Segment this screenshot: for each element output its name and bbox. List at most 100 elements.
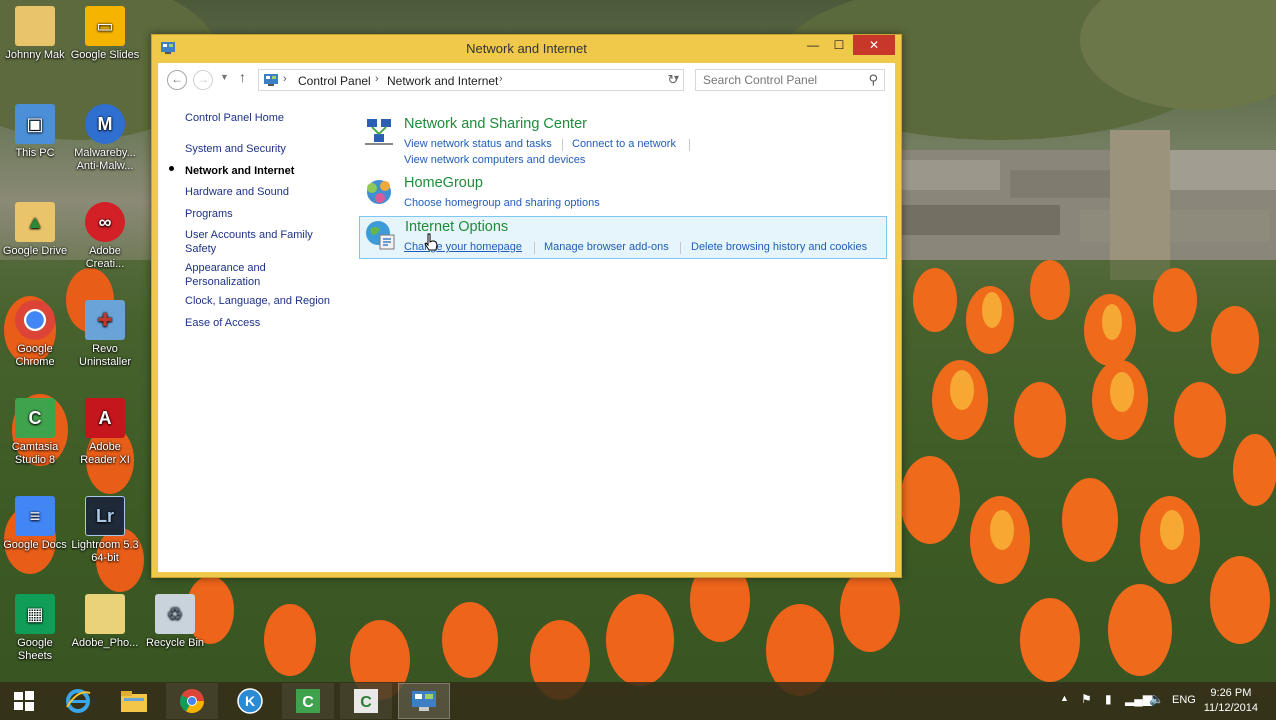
internet-options-link[interactable]: Internet Options: [405, 219, 508, 235]
view-network-status-link[interactable]: View network status and tasks: [404, 138, 552, 150]
network-sharing-center-link[interactable]: Network and Sharing Center: [404, 116, 587, 132]
connect-to-network-link[interactable]: Connect to a network: [572, 138, 676, 150]
desktop-icon-recycle-bin[interactable]: ♻ Recycle Bin: [140, 594, 210, 650]
homegroup-icon: [367, 180, 391, 204]
battery-icon[interactable]: ▮: [1105, 692, 1112, 706]
back-button[interactable]: ←: [167, 70, 187, 90]
desktop-icon-google-chrome[interactable]: Google Chrome: [0, 300, 70, 369]
adobe-creative-cloud-icon: ∞: [85, 202, 125, 242]
network-signal-icon[interactable]: ▂▄▆: [1125, 692, 1152, 706]
recent-locations-button[interactable]: ▼: [220, 72, 229, 82]
refresh-button[interactable]: ↻: [662, 69, 684, 91]
desktop-icon-label: Adobe Reader XI: [80, 441, 130, 466]
homegroup-link[interactable]: HomeGroup: [404, 175, 483, 191]
desktop-icon-label: Adobe Creati...: [85, 245, 125, 270]
sidebar-item-appearance[interactable]: Appearance and Personalization: [185, 261, 285, 289]
breadcrumb-network-and-internet[interactable]: Network and Internet: [387, 74, 498, 88]
taskbar-camtasia[interactable]: C: [282, 683, 334, 719]
taskbar-file-explorer[interactable]: [108, 683, 160, 719]
desktop-icon-revo-uninstaller[interactable]: ✚ Revo Uninstaller: [70, 300, 140, 369]
start-button[interactable]: [0, 683, 48, 719]
desktop-icon-label: Google Chrome: [15, 343, 55, 368]
desktop-icon-adobe-creative[interactable]: ∞ Adobe Creati...: [70, 202, 140, 271]
navigation-bar: ← → ▼ ↑ › Control Panel › Network and In…: [158, 63, 895, 95]
minimize-button[interactable]: —: [801, 35, 825, 55]
google-sheets-icon: ▦: [15, 594, 55, 634]
sidebar-item-clock-language-region[interactable]: Clock, Language, and Region: [185, 294, 350, 308]
desktop-icon-this-pc[interactable]: ▣ This PC: [0, 104, 70, 160]
desktop-icon-label: This PC: [15, 147, 55, 159]
desktop-icon-camtasia[interactable]: C Camtasia Studio 8: [0, 398, 70, 467]
folder-icon: [15, 6, 55, 46]
volume-icon[interactable]: 🔈: [1149, 692, 1164, 706]
change-homepage-link[interactable]: Change your homepage: [404, 241, 522, 253]
sidebar-item-programs[interactable]: Programs: [185, 207, 350, 221]
hand-cursor-icon: [424, 233, 438, 251]
taskbar-k-app[interactable]: K: [224, 683, 276, 719]
breadcrumb-separator-icon[interactable]: ›: [283, 73, 287, 85]
desktop-icon-adobe-reader[interactable]: A Adobe Reader XI: [70, 398, 140, 467]
sidebar-item-control-panel-home[interactable]: Control Panel Home: [185, 111, 350, 125]
link-separator: [680, 242, 681, 254]
sidebar-item-system-and-security[interactable]: System and Security: [185, 142, 350, 156]
taskbar-control-panel[interactable]: [398, 683, 450, 719]
desktop-icon-google-sheets[interactable]: ▦ Google Sheets: [0, 594, 70, 663]
control-panel-icon: [264, 74, 278, 86]
address-bar[interactable]: › Control Panel › Network and Internet ›…: [258, 69, 684, 91]
desktop-icon-label: Google Slides: [70, 49, 140, 61]
desktop-icon-google-docs[interactable]: ≡ Google Docs: [0, 496, 70, 552]
desktop-icon-google-drive[interactable]: ▲ Google Drive: [0, 202, 70, 258]
desktop-icon-label: Google Sheets: [17, 637, 53, 662]
search-input[interactable]: [703, 73, 853, 87]
desktop-icon-adobe-photoshop[interactable]: Adobe_Pho...: [70, 594, 140, 650]
title-bar[interactable]: Network and Internet — ☐ ✕: [152, 35, 901, 63]
manage-browser-addons-link[interactable]: Manage browser add-ons: [544, 241, 669, 253]
sidebar-item-network-and-internet[interactable]: Network and Internet: [185, 164, 350, 178]
desktop-icon-label: Adobe_Pho...: [71, 637, 139, 649]
malwarebytes-icon: M: [85, 104, 125, 144]
action-center-flag-icon[interactable]: ⚑: [1081, 692, 1092, 706]
desktop-icon-label: Google Drive: [2, 245, 68, 257]
camtasia-recorder-icon: C: [354, 689, 378, 713]
breadcrumb-control-panel[interactable]: Control Panel: [298, 74, 371, 88]
desktop-icon-johnny-mak[interactable]: Johnny Mak: [0, 6, 70, 62]
file-explorer-icon: [121, 691, 147, 712]
clock-date: 11/12/2014: [1203, 702, 1258, 714]
choose-homegroup-options-link[interactable]: Choose homegroup and sharing options: [404, 197, 600, 209]
close-button[interactable]: ✕: [853, 35, 895, 55]
show-hidden-icons-button[interactable]: ▲: [1060, 693, 1069, 703]
system-clock[interactable]: 9:26 PM 11/12/2014: [1204, 686, 1258, 716]
taskbar-internet-explorer[interactable]: [52, 683, 104, 719]
view-network-computers-link[interactable]: View network computers and devices: [404, 154, 585, 166]
taskbar-google-chrome[interactable]: [166, 683, 218, 719]
desktop-icon-google-slides[interactable]: ▭ Google Slides: [70, 6, 140, 62]
up-button[interactable]: ↑: [239, 69, 246, 85]
search-box[interactable]: ⚲: [695, 69, 885, 91]
arrow-left-icon: ←: [171, 72, 183, 86]
current-item-bullet: [169, 166, 174, 171]
input-language-indicator[interactable]: ENG: [1172, 694, 1196, 706]
control-panel-window: Network and Internet — ☐ ✕ ← → ▼ ↑ › Con…: [151, 34, 902, 578]
k-app-icon: K: [237, 688, 263, 714]
chrome-icon: [15, 300, 55, 340]
desktop-icon-label: Recycle Bin: [145, 637, 205, 649]
arrow-up-icon: ↑: [239, 69, 246, 85]
sidebar-item-user-accounts[interactable]: User Accounts and Family Safety: [185, 228, 325, 256]
delete-browsing-history-link[interactable]: Delete browsing history and cookies: [691, 241, 867, 253]
link-separator: [534, 242, 535, 254]
sidebar-item-ease-of-access[interactable]: Ease of Access: [185, 316, 350, 330]
svg-text:C: C: [360, 694, 372, 711]
chrome-icon: [179, 689, 204, 714]
desktop-icon-label: Google Docs: [3, 539, 67, 551]
search-icon[interactable]: ⚲: [868, 72, 878, 88]
breadcrumb-separator-icon[interactable]: ›: [499, 73, 503, 85]
maximize-button[interactable]: ☐: [827, 35, 851, 55]
link-separator: [562, 139, 563, 151]
camtasia-icon: C: [15, 398, 55, 438]
desktop-icon-malwarebytes[interactable]: M Malwareby... Anti-Malw...: [70, 104, 140, 173]
desktop-icon-lightroom[interactable]: Lr Lightroom 5.3 64-bit: [70, 496, 140, 565]
forward-button[interactable]: →: [193, 70, 213, 90]
breadcrumb-separator-icon[interactable]: ›: [375, 73, 379, 85]
sidebar-item-hardware-and-sound[interactable]: Hardware and Sound: [185, 185, 350, 199]
taskbar-camtasia-recorder[interactable]: C: [340, 683, 392, 719]
